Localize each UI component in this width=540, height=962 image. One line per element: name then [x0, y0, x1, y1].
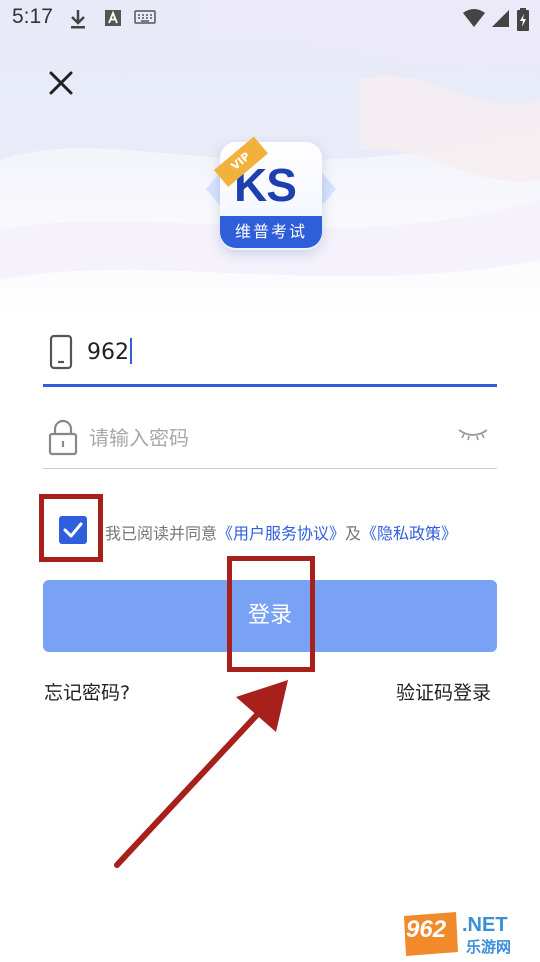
download-icon: [71, 10, 85, 29]
phone-input[interactable]: 962: [87, 338, 132, 365]
a-notification-icon: [105, 10, 121, 26]
signal-icon: [492, 10, 509, 27]
watermark: 962 .NET 乐游网: [400, 910, 534, 958]
eye-closed-icon[interactable]: [457, 424, 489, 446]
password-field[interactable]: [43, 410, 497, 469]
phone-icon: [49, 334, 73, 370]
agreement-prefix: 我已阅读并同意: [105, 524, 218, 543]
watermark-number: 962: [406, 916, 447, 943]
phone-field[interactable]: 962: [43, 326, 497, 387]
logo-banner: 维普考试: [220, 216, 322, 248]
annotation-box-checkbox: [39, 494, 103, 562]
privacy-link[interactable]: 《隐私政策》: [361, 524, 457, 543]
watermark-domain: .NET: [462, 914, 508, 936]
status-time: 5:17: [12, 5, 53, 28]
battery-icon: [517, 8, 529, 31]
annotation-box-login: [227, 556, 315, 672]
agreement-conjunction: 及: [345, 524, 362, 543]
keyboard-icon: [134, 10, 156, 24]
status-bar: 5:17: [0, 0, 540, 36]
terms-link[interactable]: 《用户服务协议》: [217, 524, 345, 543]
text-caret: [130, 338, 132, 364]
sms-login-link[interactable]: 验证码登录: [396, 678, 491, 705]
agreement-text: 我已阅读并同意《用户服务协议》及《隐私政策》: [105, 520, 457, 544]
app-logo: KS 维普考试 VIP: [206, 136, 336, 256]
watermark-site: 乐游网: [466, 938, 512, 956]
forgot-password-link[interactable]: 忘记密码?: [44, 678, 130, 705]
agreement-row: 我已阅读并同意《用户服务协议》及《隐私政策》: [43, 504, 503, 560]
password-input[interactable]: [87, 420, 431, 456]
wifi-icon: [463, 9, 485, 27]
lock-icon: [48, 419, 78, 456]
phone-value-text: 962: [87, 340, 129, 365]
close-icon[interactable]: [44, 66, 78, 100]
